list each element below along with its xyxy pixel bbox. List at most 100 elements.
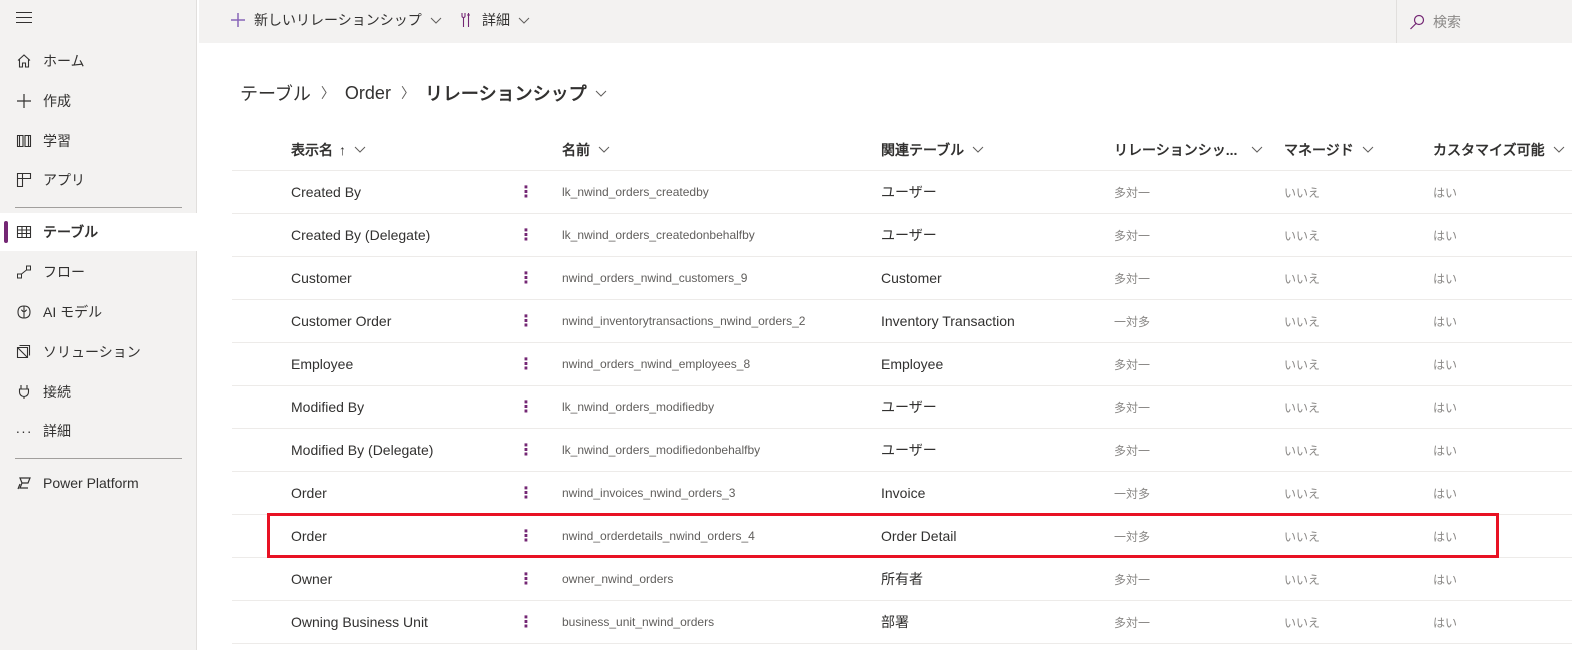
nav-divider [15,207,182,208]
column-header-relationship-type[interactable]: リレーションシッ... [1114,140,1263,160]
more-options-icon[interactable]: ⋮ [518,214,534,256]
plus-icon [230,12,246,28]
cell-display-name[interactable]: Owning Business Unit [291,601,428,643]
chevron-down-icon [1553,143,1565,157]
table-row-highlighted[interactable]: Order ⋮ nwind_orderdetails_nwind_orders_… [232,515,1572,558]
cell-relationship-type: 一対多 [1114,529,1151,544]
more-options-icon[interactable]: ⋮ [518,558,534,600]
power-platform-icon [15,474,33,492]
cell-display-name[interactable]: Employee [291,343,353,385]
new-relationship-button[interactable]: 新しいリレーションシップ [230,0,442,40]
cell-relationship-type: 多対一 [1114,357,1151,372]
cell-display-name[interactable]: Owner [291,558,332,600]
sidebar-item-connections[interactable]: 接続 [0,373,197,411]
hamburger-icon[interactable] [16,12,32,26]
table-row[interactable]: Created By (Delegate) ⋮ lk_nwind_orders_… [232,214,1572,257]
apps-icon [15,171,33,189]
cell-related-table: ユーザー [881,399,937,415]
cell-managed: いいえ [1284,529,1321,544]
sort-ascending-icon: ↑ [339,142,346,158]
sidebar-item-home[interactable]: ホーム [0,42,197,80]
sidebar-item-more[interactable]: ··· 詳細 [0,412,197,450]
breadcrumb-tables[interactable]: テーブル [240,80,311,106]
more-options-icon[interactable]: ⋮ [518,472,534,514]
table-row[interactable]: Employee ⋮ nwind_orders_nwind_employees_… [232,343,1572,386]
more-options-icon[interactable]: ⋮ [518,257,534,299]
table-row[interactable]: Modified By (Delegate) ⋮ lk_nwind_orders… [232,429,1572,472]
breadcrumb: テーブル 〉 Order 〉 リレーションシップ [240,80,607,106]
cell-display-name[interactable]: Order [291,515,327,557]
command-bar: 新しいリレーションシップ 詳細 検索 [199,0,1572,43]
chevron-down-icon [1362,143,1374,157]
cell-display-name[interactable]: Customer [291,257,352,299]
cell-managed: いいえ [1284,486,1321,501]
advanced-button[interactable]: 詳細 [460,0,530,40]
cell-display-name[interactable]: Modified By (Delegate) [291,429,433,471]
cell-name: lk_nwind_orders_createdonbehalfby [562,228,755,242]
new-relationship-label: 新しいリレーションシップ [254,12,422,28]
cell-related-table: Order Detail [881,528,957,544]
table-row[interactable]: Customer Order ⋮ nwind_inventorytransact… [232,300,1572,343]
more-options-icon[interactable]: ⋮ [518,386,534,428]
advanced-label: 詳細 [482,12,510,28]
sidebar-item-apps[interactable]: アプリ [0,161,197,199]
tools-icon [460,12,472,28]
cell-relationship-type: 多対一 [1114,228,1151,243]
column-header-managed[interactable]: マネージド [1284,140,1374,160]
chevron-down-icon[interactable] [595,86,607,101]
column-header-name[interactable]: 名前 [562,140,610,160]
search-input[interactable]: 検索 [1396,0,1572,43]
column-header-customizable[interactable]: カスタマイズ可能 [1433,140,1565,160]
breadcrumb-order[interactable]: Order [345,83,391,104]
solution-icon [15,343,33,361]
search-icon [1409,14,1425,30]
more-options-icon[interactable]: ⋮ [518,343,534,385]
table-row[interactable]: Order ⋮ nwind_invoices_nwind_orders_3 In… [232,472,1572,515]
cell-display-name[interactable]: Modified By [291,386,364,428]
sidebar-item-create[interactable]: 作成 [0,82,197,120]
cell-relationship-type: 多対一 [1114,271,1151,286]
sidebar-item-power-platform[interactable]: Power Platform [0,464,197,502]
table-row[interactable]: Customer ⋮ nwind_orders_nwind_customers_… [232,257,1572,300]
more-icon: ··· [15,423,33,439]
sidebar-item-label: Power Platform [43,475,139,491]
plug-icon [15,383,33,401]
sidebar-item-solutions[interactable]: ソリューション [0,333,197,371]
cell-related-table: Invoice [881,485,926,501]
chevron-down-icon [354,143,366,157]
cell-managed: いいえ [1284,615,1321,630]
cell-managed: いいえ [1284,400,1321,415]
cell-display-name[interactable]: Created By (Delegate) [291,214,430,256]
table-row[interactable]: Owning Business Unit ⋮ business_unit_nwi… [232,601,1572,644]
more-options-icon[interactable]: ⋮ [518,429,534,471]
column-header-display-name[interactable]: 表示名 ↑ [291,140,366,160]
cell-display-name[interactable]: Created By [291,171,361,213]
breadcrumb-current[interactable]: リレーションシップ [425,80,587,106]
cell-managed: いいえ [1284,185,1321,200]
cell-customizable: はい [1433,572,1458,587]
sidebar-item-tables[interactable]: テーブル [0,213,197,251]
chevron-down-icon [598,143,610,157]
more-options-icon[interactable]: ⋮ [518,171,534,213]
sidebar-item-ai-models[interactable]: AI モデル [0,293,197,331]
table-row[interactable]: Modified By ⋮ lk_nwind_orders_modifiedby… [232,386,1572,429]
cell-name: nwind_inventorytransactions_nwind_orders… [562,314,806,328]
sidebar-item-learn[interactable]: 学習 [0,122,197,160]
cell-display-name[interactable]: Customer Order [291,300,391,342]
table-row[interactable]: Created By ⋮ lk_nwind_orders_createdby ユ… [232,171,1572,214]
cell-name: nwind_orders_nwind_employees_8 [562,357,751,371]
sidebar-item-label: アプリ [43,172,85,188]
more-options-icon[interactable]: ⋮ [518,300,534,342]
grid-header: 表示名 ↑ 名前 関連テーブル リレーションシッ... マネージド カスタマイズ… [232,128,1572,171]
column-header-related-table[interactable]: 関連テーブル [881,140,984,160]
cell-relationship-type: 一対多 [1114,486,1151,501]
cell-managed: いいえ [1284,572,1321,587]
cell-relationship-type: 多対一 [1114,400,1151,415]
more-options-icon[interactable]: ⋮ [518,515,534,557]
chevron-right-icon: 〉 [400,85,415,101]
sidebar-item-flows[interactable]: フロー [0,253,197,291]
cell-display-name[interactable]: Order [291,472,327,514]
cell-relationship-type: 一対多 [1114,314,1151,329]
more-options-icon[interactable]: ⋮ [518,601,534,643]
table-row[interactable]: Owner ⋮ owner_nwind_orders 所有者 多対一 いいえ は… [232,558,1572,601]
